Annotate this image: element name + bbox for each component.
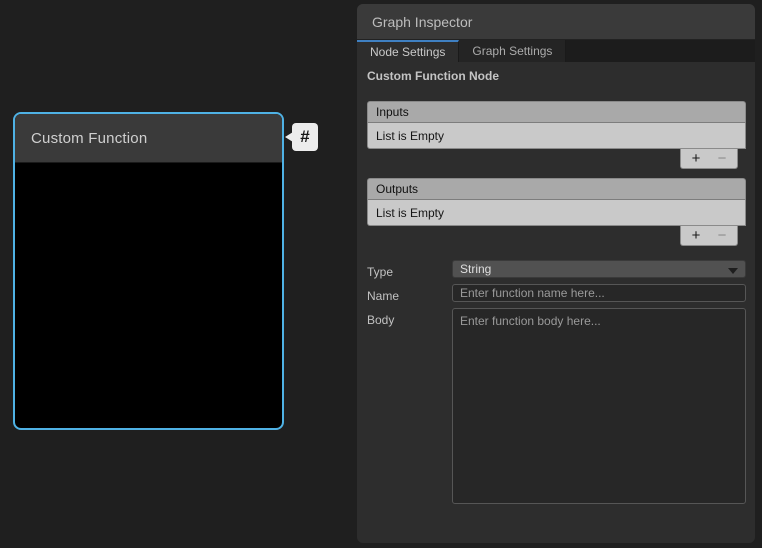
type-dropdown[interactable]: String	[452, 260, 746, 278]
inputs-add-button[interactable]: +	[685, 151, 707, 167]
section-heading: Custom Function Node	[367, 69, 499, 83]
tab-graph-settings-label: Graph Settings	[472, 44, 552, 58]
outputs-remove-button[interactable]: −	[711, 228, 733, 244]
inputs-remove-button[interactable]: −	[711, 151, 733, 167]
inputs-empty-text: List is Empty	[376, 129, 444, 143]
body-label: Body	[367, 313, 394, 327]
inspector-tabbar: Node Settings Graph Settings	[357, 40, 755, 62]
inputs-list-footer: + −	[680, 149, 738, 169]
type-label: Type	[367, 265, 393, 279]
outputs-list: Outputs List is Empty + −	[367, 178, 746, 246]
name-label: Name	[367, 289, 399, 303]
inputs-list-header: Inputs	[367, 101, 746, 123]
inputs-list: Inputs List is Empty + −	[367, 101, 746, 169]
tab-node-settings-label: Node Settings	[370, 45, 445, 59]
inspector-title: Graph Inspector	[372, 14, 472, 30]
outputs-list-footer: + −	[680, 226, 738, 246]
chevron-down-icon	[728, 268, 738, 274]
hash-badge-icon[interactable]: #	[292, 123, 318, 151]
tab-node-settings[interactable]: Node Settings	[357, 40, 459, 62]
inspector-titlebar[interactable]: Graph Inspector	[357, 4, 755, 40]
inputs-empty-row: List is Empty	[367, 123, 746, 149]
function-name-input[interactable]	[452, 284, 746, 302]
outputs-list-header: Outputs	[367, 178, 746, 200]
type-dropdown-value: String	[460, 262, 491, 276]
outputs-add-button[interactable]: +	[685, 228, 707, 244]
outputs-empty-text: List is Empty	[376, 206, 444, 220]
function-body-textarea[interactable]	[452, 308, 746, 504]
inputs-list-title: Inputs	[376, 105, 409, 119]
outputs-list-title: Outputs	[376, 182, 418, 196]
hash-glyph: #	[300, 127, 309, 147]
node-title: Custom Function	[31, 130, 147, 147]
outputs-empty-row: List is Empty	[367, 200, 746, 226]
node-title-bar[interactable]: Custom Function	[15, 114, 282, 163]
custom-function-node[interactable]: Custom Function	[13, 112, 284, 430]
tab-graph-settings[interactable]: Graph Settings	[459, 40, 566, 62]
graph-inspector-panel: Graph Inspector Node Settings Graph Sett…	[357, 4, 755, 543]
